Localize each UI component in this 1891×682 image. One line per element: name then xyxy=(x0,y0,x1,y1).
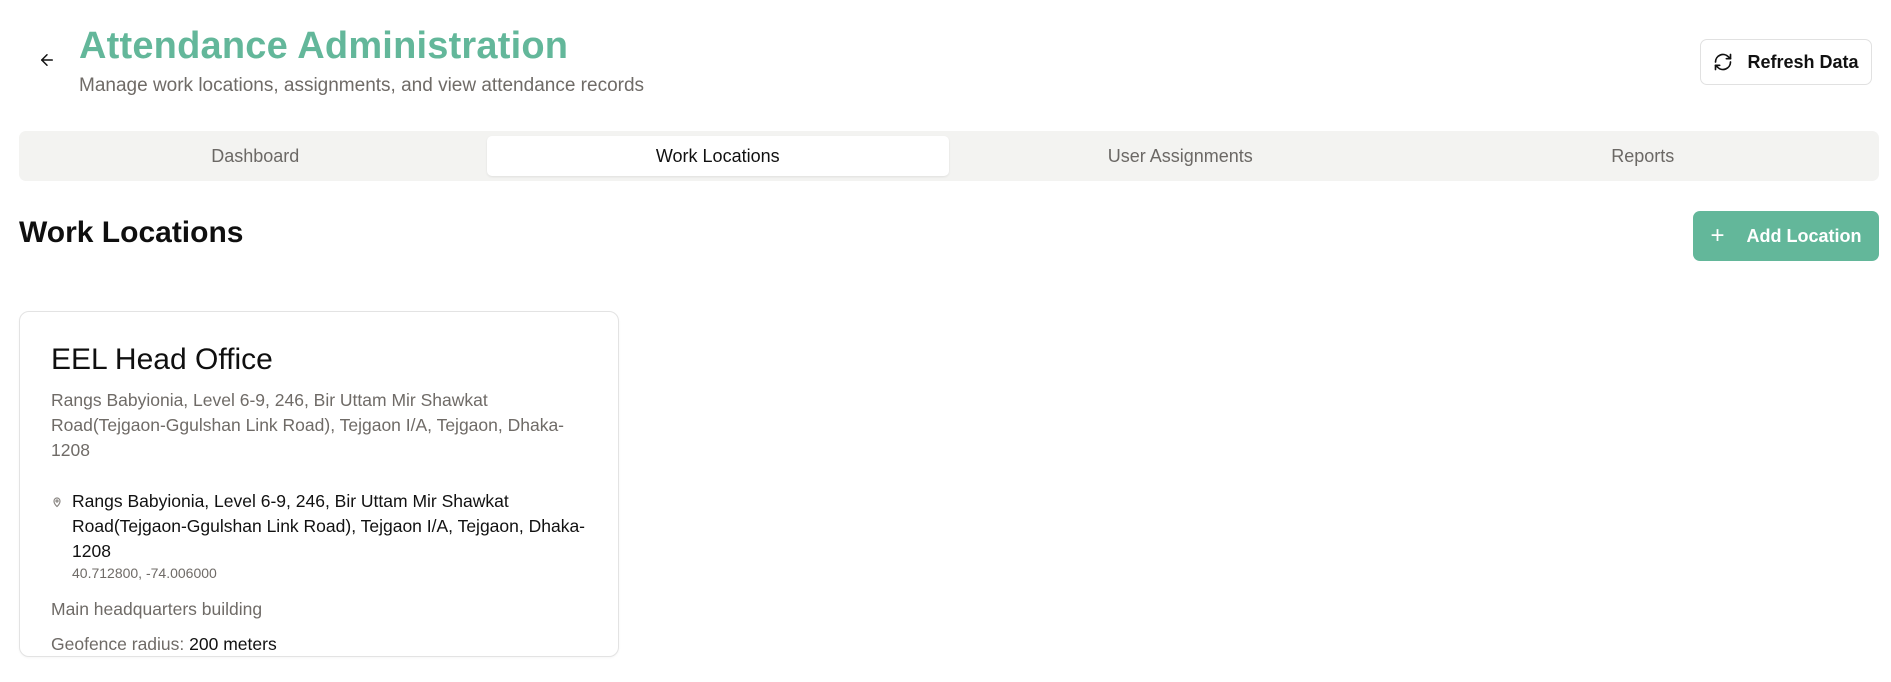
location-coordinates: 40.712800, -74.006000 xyxy=(72,565,217,581)
add-location-button[interactable]: + Add Location xyxy=(1693,211,1879,261)
location-address: Rangs Babyionia, Level 6-9, 246, Bir Utt… xyxy=(72,491,586,561)
refresh-icon xyxy=(1715,53,1732,71)
location-card[interactable]: EEL Head Office Rangs Babyionia, Level 6… xyxy=(19,311,619,657)
location-address-block: Rangs Babyionia, Level 6-9, 246, Bir Utt… xyxy=(72,489,587,582)
geofence-radius: Geofence radius: 200 meters xyxy=(51,632,587,656)
location-details: Rangs Babyionia, Level 6-9, 246, Bir Utt… xyxy=(51,489,587,582)
location-description: Main headquarters building xyxy=(51,599,263,619)
tab-reports[interactable]: Reports xyxy=(1412,136,1875,176)
geofence-label: Geofence radius: xyxy=(51,634,185,654)
arrow-left-icon xyxy=(41,54,53,66)
tab-dashboard[interactable]: Dashboard xyxy=(24,136,487,176)
page-header: Attendance Administration Manage work lo… xyxy=(19,0,1872,120)
refresh-data-label: Refresh Data xyxy=(1747,51,1859,72)
admin-tabs: Dashboard Work Locations User Assignment… xyxy=(19,131,1879,181)
page-title: Attendance Administration xyxy=(79,25,569,67)
back-button[interactable] xyxy=(31,44,63,76)
title-block: Attendance Administration Manage work lo… xyxy=(79,22,644,99)
attendance-admin-page: Attendance Administration Manage work lo… xyxy=(0,0,1891,682)
tab-user-assignments[interactable]: User Assignments xyxy=(949,136,1412,176)
location-name: EEL Head Office xyxy=(51,343,273,376)
geofence-value: 200 meters xyxy=(189,634,277,654)
map-pin-icon xyxy=(53,497,61,508)
location-address-summary: Rangs Babyionia, Level 6-9, 246, Bir Utt… xyxy=(51,390,565,460)
section-title: Work Locations xyxy=(19,216,244,249)
refresh-data-button[interactable]: Refresh Data xyxy=(1700,39,1872,85)
tab-work-locations[interactable]: Work Locations xyxy=(486,136,949,176)
add-location-label: Add Location xyxy=(1746,225,1862,246)
page-subtitle: Manage work locations, assignments, and … xyxy=(79,75,645,96)
plus-icon: + xyxy=(1710,222,1725,249)
